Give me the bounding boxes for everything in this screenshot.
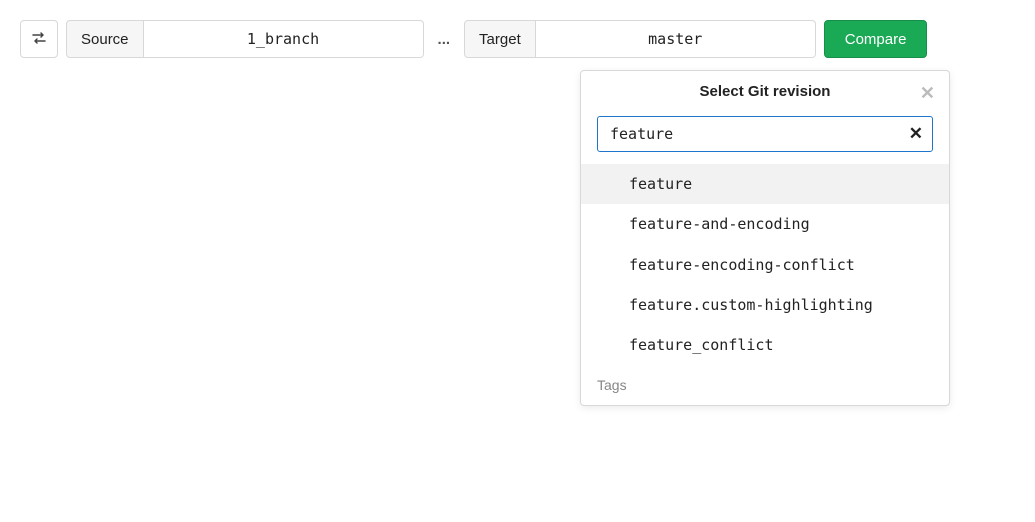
results-list: feature feature-and-encoding feature-enc…: [581, 164, 949, 365]
compare-button[interactable]: Compare: [824, 20, 928, 58]
dropdown-header: Select Git revision ✕: [581, 71, 949, 112]
search-input[interactable]: [597, 116, 933, 152]
target-label: Target: [464, 20, 536, 58]
source-label: Source: [66, 20, 144, 58]
tags-section-label: Tags: [581, 365, 949, 399]
swap-icon: [31, 30, 47, 49]
clear-icon[interactable]: ✕: [909, 124, 923, 144]
target-group: Target master: [464, 20, 816, 58]
list-item[interactable]: feature_conflict: [581, 325, 949, 365]
list-item[interactable]: feature-and-encoding: [581, 204, 949, 244]
revision-dropdown: Select Git revision ✕ ✕ feature feature-…: [580, 70, 950, 406]
source-value[interactable]: 1_branch: [144, 20, 424, 58]
search-area: ✕: [581, 112, 949, 164]
source-group: Source 1_branch: [66, 20, 424, 58]
swap-button[interactable]: [20, 20, 58, 58]
list-item[interactable]: feature: [581, 164, 949, 204]
close-icon[interactable]: ✕: [920, 83, 935, 104]
dropdown-title: Select Git revision: [700, 83, 831, 100]
search-input-wrap: ✕: [597, 116, 933, 152]
compare-bar: Source 1_branch ... Target master Compar…: [20, 20, 1015, 58]
ellipsis-separator: ...: [432, 31, 457, 48]
list-item[interactable]: feature.custom-highlighting: [581, 285, 949, 325]
target-value[interactable]: master: [536, 20, 816, 58]
list-item[interactable]: feature-encoding-conflict: [581, 245, 949, 285]
